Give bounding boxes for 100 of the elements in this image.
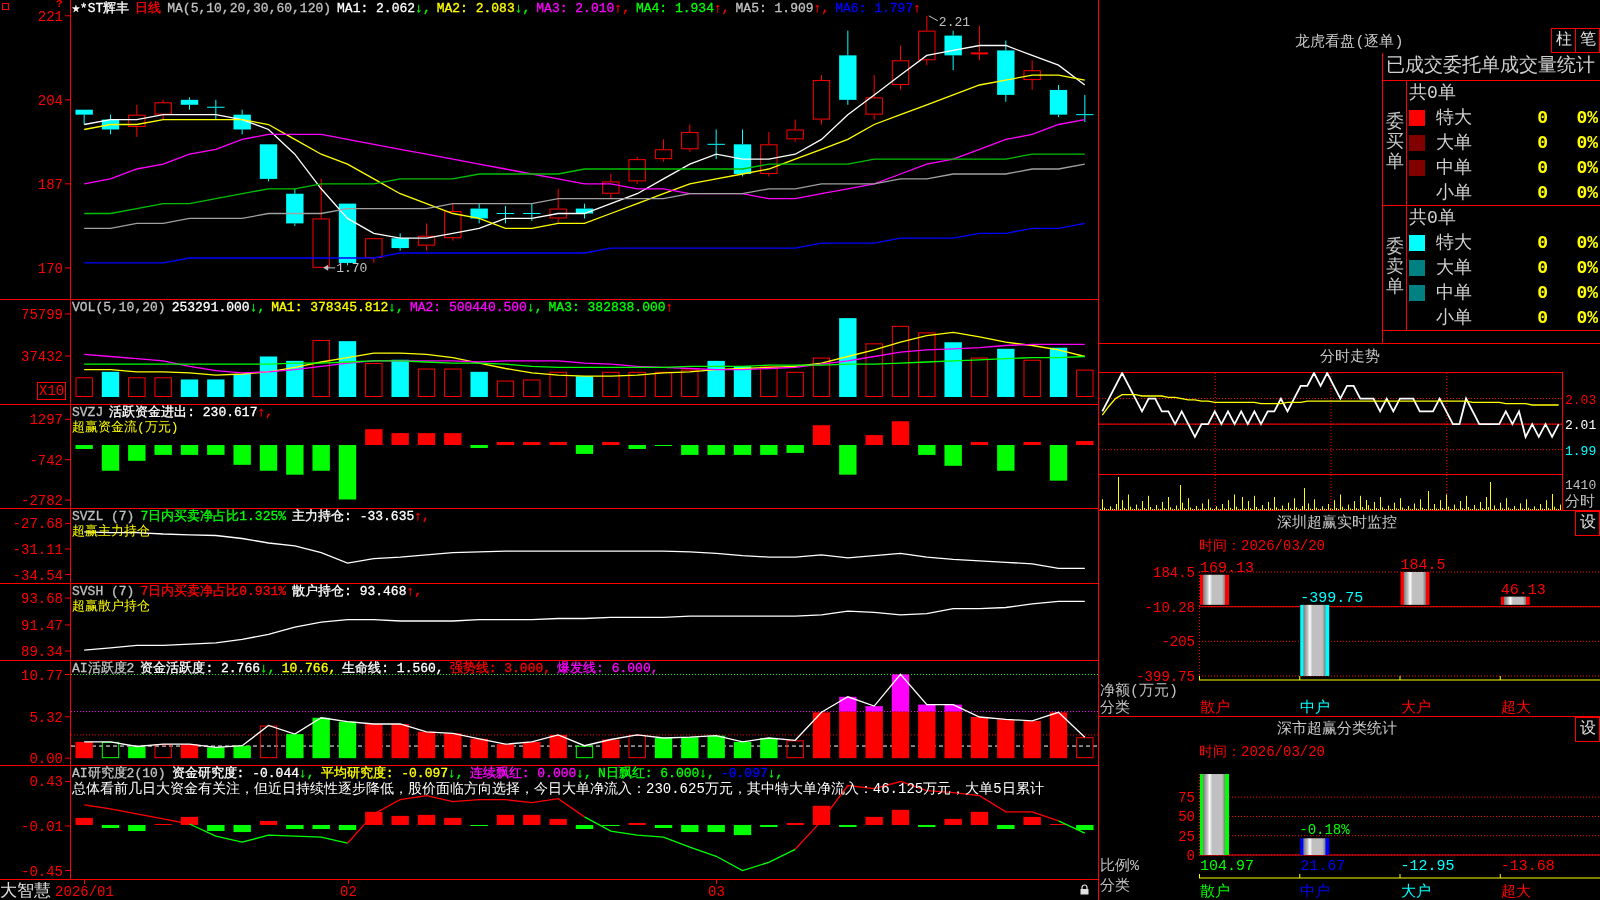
order-count: 0	[1537, 281, 1548, 304]
bar	[417, 368, 436, 397]
bar	[444, 433, 462, 446]
candlestick	[944, 30, 962, 71]
bar	[628, 445, 646, 449]
bar	[286, 824, 304, 830]
bar	[1049, 445, 1068, 481]
bar	[523, 379, 541, 397]
bar	[602, 371, 620, 397]
indicator-reading: 活跃资金进出: 230.617	[109, 405, 258, 420]
axis-label: 0	[1186, 848, 1195, 864]
trend-arrow: ↑	[665, 300, 674, 315]
indicator-reading: 平均研究度: -0.097	[320, 766, 449, 781]
indicator-reading: MA(5,10,20,30,60,120)	[167, 1, 332, 16]
axis-label: -742	[29, 452, 63, 469]
candlestick	[286, 188, 304, 227]
bar	[154, 445, 172, 455]
table-title: 已成交委托单成交量统计	[1386, 56, 1595, 77]
axis-label: 10.77	[21, 667, 63, 684]
bar	[1400, 572, 1430, 605]
axis-label: 0.43	[29, 774, 63, 791]
line-series	[83, 163, 1086, 229]
bar	[233, 824, 251, 833]
trend-arrow: ↓,	[514, 1, 531, 16]
bar	[1023, 442, 1041, 446]
bar	[128, 746, 146, 759]
bar	[1500, 596, 1530, 605]
axis-label: 2.01	[1565, 418, 1597, 434]
line-series	[83, 343, 1086, 374]
indicator-reading: AI活跃度2	[72, 661, 135, 676]
category-label: 中户	[1300, 700, 1331, 716]
candlestick	[681, 124, 699, 153]
settings-button[interactable]: 设	[1575, 717, 1600, 742]
category-label: 大户	[1400, 700, 1431, 716]
order-total: 共0单	[1408, 207, 1456, 230]
order-size-label: 中单	[1436, 281, 1472, 304]
bar	[891, 421, 910, 446]
value-label: -399.75	[1300, 589, 1364, 607]
bar	[812, 357, 831, 397]
axis-label: -0.01	[21, 819, 63, 835]
order-count: 0	[1537, 257, 1548, 280]
bar	[365, 429, 383, 446]
bar	[1300, 604, 1330, 676]
trend-arrow: ↑,	[257, 405, 274, 420]
indicator-reading: SVZL (7)	[72, 509, 135, 524]
bar	[338, 341, 357, 397]
bar	[865, 343, 883, 397]
bar	[207, 379, 225, 397]
indicator-reading: 7日内买卖净占比0.931%	[140, 584, 287, 599]
bar	[760, 824, 778, 828]
chart-mode-button[interactable]: 笔	[1575, 28, 1600, 53]
order-size-label: 小单	[1436, 181, 1472, 204]
axis-title: 净额(万元)	[1100, 683, 1178, 700]
bar	[681, 824, 699, 833]
indicator-reading: 主力持仓: -33.635	[292, 509, 415, 524]
indicator-caption: 超赢资金流(万元)	[72, 420, 179, 435]
line-series	[83, 153, 1086, 215]
axis-label: 170	[37, 260, 63, 277]
price-annotation: 1.70	[323, 260, 368, 276]
change-label: -0.18%	[1299, 822, 1350, 839]
order-count: 0	[1537, 181, 1548, 204]
axis-label: 2.03	[1565, 392, 1597, 408]
order-share: 0%	[1576, 281, 1598, 304]
bar	[1023, 816, 1041, 825]
indicator-reading: 7日内买卖净占比1.325%	[140, 509, 287, 524]
bar	[470, 738, 488, 759]
candlestick	[839, 30, 857, 106]
order-count: 0	[1537, 232, 1548, 255]
bar	[891, 809, 910, 825]
bar	[470, 371, 488, 397]
bar	[101, 824, 120, 829]
panel-title: 分时走势	[1319, 348, 1380, 368]
value-label: -13.68	[1500, 858, 1555, 875]
order-size-label: 小单	[1436, 306, 1472, 329]
settings-button[interactable]: 设	[1575, 511, 1600, 536]
bar	[760, 737, 778, 759]
axis-label: 50	[1178, 809, 1195, 826]
trend-arrow: ↑	[913, 1, 921, 16]
indicator-reading: SVZJ	[72, 405, 104, 420]
order-size-label: 中单	[1436, 156, 1472, 179]
bar	[997, 445, 1015, 471]
indicator-reading: VOL(5,10,20)	[72, 300, 166, 315]
bar	[575, 445, 594, 454]
indicator-reading: ★*ST辉丰	[72, 1, 130, 16]
bar	[496, 442, 515, 446]
trend-arrow: ↓,	[448, 766, 464, 781]
bar	[128, 445, 146, 461]
axis-label: 221	[37, 8, 63, 25]
indicator-reading: 资金研究度: -0.044	[171, 766, 300, 781]
candlestick	[1049, 84, 1068, 118]
order-share: 0%	[1576, 306, 1598, 329]
axis-title: 分类	[1100, 700, 1130, 716]
category-label: 散户	[1200, 700, 1230, 716]
chart-mode-button[interactable]: 柱	[1551, 28, 1576, 53]
value-label: 184.5	[1400, 557, 1446, 574]
order-share: 0%	[1576, 257, 1598, 280]
axis-label: 187	[37, 176, 63, 193]
indicator-reading: MA2: 500440.500	[409, 300, 527, 315]
indicator-reading: 爆发线: 6.000,	[557, 661, 659, 676]
candlestick	[654, 138, 673, 163]
